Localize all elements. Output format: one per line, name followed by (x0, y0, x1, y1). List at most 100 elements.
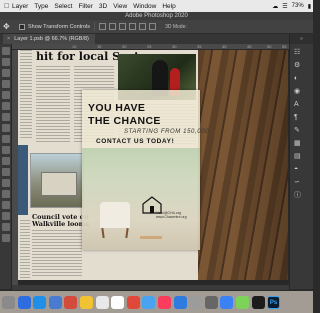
battery-percent[interactable]: 73% (292, 3, 304, 9)
show-transform-checkbox[interactable] (19, 23, 25, 30)
xcode-icon[interactable] (220, 295, 234, 309)
align-center-icon[interactable] (109, 23, 117, 30)
healing-tool-icon[interactable] (2, 102, 10, 110)
ad-headline-line1: YOU HAVE (88, 102, 146, 114)
crop-tool-icon[interactable] (2, 80, 10, 88)
ad-table (140, 236, 162, 239)
newspaper-column (20, 220, 30, 278)
gradient-tool-icon[interactable] (2, 157, 10, 165)
pen-tool-icon[interactable] (2, 168, 10, 176)
ruler-tick: 55 (282, 44, 287, 49)
calendar-icon[interactable] (64, 295, 78, 309)
newspaper-house-photo (30, 153, 84, 208)
finder-icon[interactable] (2, 295, 15, 309)
tools-panel (0, 44, 12, 289)
ruler-tick: 25 (147, 44, 152, 49)
menu-layer[interactable]: Layer (12, 3, 28, 10)
align-top-icon[interactable] (129, 23, 137, 30)
menu-select[interactable]: Select (54, 3, 72, 10)
character-panel-icon[interactable]: A (294, 101, 302, 109)
document-tab[interactable]: × Layer 1.psb @ 66.7% (RGB/8) (3, 34, 95, 44)
document-canvas[interactable]: hit for local Scot Council vote on Walkv… (18, 50, 288, 285)
brush-tool-icon[interactable] (2, 113, 10, 121)
facetime-icon[interactable] (235, 295, 249, 309)
type-tool-icon[interactable] (2, 179, 10, 187)
color-panel-icon[interactable]: ◉ (294, 88, 302, 96)
menu-filter[interactable]: Filter (78, 3, 92, 10)
systemprefs-icon[interactable] (173, 295, 187, 309)
wifi-icon[interactable]: ☰ (282, 3, 287, 10)
marquee-tool-icon[interactable] (2, 58, 10, 66)
ad-headline-line2: THE CHANCE (88, 115, 161, 127)
advertisement-layer[interactable]: YOU HAVE THE CHANCE STARTING FROM 150,00… (82, 90, 208, 250)
ad-website: www.Chacentre.org (156, 215, 187, 219)
ruler-tick: 30 (172, 44, 177, 49)
move-tool-icon[interactable] (2, 47, 10, 55)
properties-panel-icon[interactable]: ⚙ (294, 62, 302, 70)
notes-icon[interactable] (79, 295, 93, 309)
reminders-icon[interactable] (95, 295, 109, 309)
path-select-icon[interactable] (2, 190, 10, 198)
photoshop-icon[interactable]: Ps (267, 295, 281, 309)
show-transform-label: Show Transform Controls (28, 23, 91, 30)
paths-panel-icon[interactable]: ∽ (294, 179, 302, 187)
align-middle-icon[interactable] (139, 23, 147, 30)
apple-menu-icon[interactable]:  (4, 3, 12, 10)
hand-tool-icon[interactable] (2, 212, 10, 220)
status-bar (12, 285, 289, 290)
history-panel-icon[interactable]: ☷ (294, 49, 302, 57)
align-left-icon[interactable] (99, 23, 107, 30)
right-panel-dock: » ☷ ⚙ ◐ ◉ A ¶ ✎ ▦ ▤ ◓ ∽ ⓘ (289, 34, 313, 289)
brushes-panel-icon[interactable]: ✎ (294, 127, 302, 135)
zoom-tool-icon[interactable] (2, 223, 10, 231)
channels-panel-icon[interactable]: ◓ (294, 166, 302, 174)
safari-icon[interactable] (33, 295, 47, 309)
eyedropper-tool-icon[interactable] (2, 91, 10, 99)
trash-icon[interactable] (189, 295, 203, 309)
ruler-tick: 20 (122, 44, 127, 49)
history-brush-icon[interactable] (2, 135, 10, 143)
menu-3d[interactable]: 3D (99, 3, 107, 10)
newspaper-column (32, 230, 82, 278)
document-tab-bar: × Layer 1.psb @ 66.7% (RGB/8) (0, 34, 313, 44)
eraser-tool-icon[interactable] (2, 146, 10, 154)
messages-icon[interactable] (126, 295, 140, 309)
launchpad-icon[interactable] (17, 295, 31, 309)
align-bottom-icon[interactable] (149, 23, 157, 30)
close-icon[interactable]: × (7, 36, 10, 42)
menu-type[interactable]: Type (34, 3, 48, 10)
music-icon[interactable] (157, 295, 171, 309)
paragraph-panel-icon[interactable]: ¶ (294, 114, 302, 122)
menu-view[interactable]: View (113, 3, 127, 10)
menu-help[interactable]: Help (162, 3, 175, 10)
ruler-tick: 15 (97, 44, 102, 49)
lasso-tool-icon[interactable] (2, 69, 10, 77)
status-icons: ☁ ☰ 73% ▮ (268, 0, 311, 12)
panel-collapse-icon[interactable]: » (290, 34, 313, 44)
layers-panel-icon[interactable]: ▤ (294, 153, 302, 161)
battery-icon[interactable]: ▮ (308, 3, 311, 10)
cloud-icon[interactable]: ☁ (272, 3, 278, 10)
newspaper-subhead: Council vote on Walkville looms (32, 213, 90, 228)
menu-window[interactable]: Window (133, 3, 156, 10)
document-tab-label: Layer 1.psb @ 66.7% (RGB/8) (14, 36, 89, 42)
ruler-tick: 35 (197, 44, 202, 49)
photos-icon[interactable] (111, 295, 125, 309)
info-panel-icon[interactable]: ⓘ (294, 192, 302, 200)
foreground-color-swatch[interactable] (2, 234, 10, 242)
terminal-icon[interactable] (204, 295, 218, 309)
ruler-tick: 40 (222, 44, 227, 49)
adjustments-panel-icon[interactable]: ◐ (294, 75, 302, 83)
preview-icon[interactable] (251, 295, 265, 309)
align-right-icon[interactable] (119, 23, 127, 30)
mail-icon[interactable] (48, 295, 62, 309)
newspaper-side-photo (18, 145, 28, 215)
swatches-panel-icon[interactable]: ▦ (294, 140, 302, 148)
ruler-tick: 45 (247, 44, 252, 49)
move-tool-icon[interactable]: ✥ (3, 22, 13, 32)
ruler-tick: 10 (72, 44, 77, 49)
shape-tool-icon[interactable] (2, 201, 10, 209)
stamp-tool-icon[interactable] (2, 124, 10, 132)
window-title: Adobe Photoshop 2020 (0, 12, 313, 20)
appstore-icon[interactable] (142, 295, 156, 309)
